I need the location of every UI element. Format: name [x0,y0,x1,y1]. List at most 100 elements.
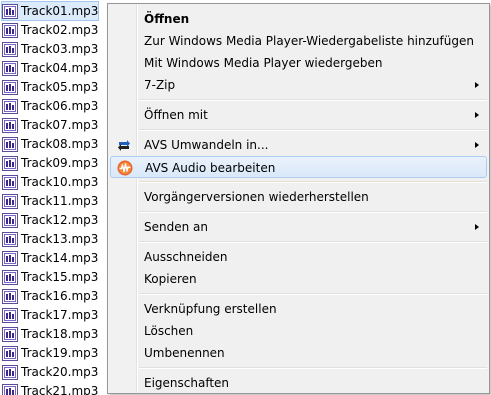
submenu-arrow-icon [475,142,479,148]
file-item[interactable]: Track13.mp3 [2,230,98,248]
file-name: Track02.mp3 [21,23,99,37]
menu-item-add-to-playlist[interactable]: Zur Windows Media Player-Wiedergabeliste… [110,30,487,52]
file-name: Track15.mp3 [21,270,99,284]
file-item[interactable]: Track20.mp3 [2,363,98,381]
file-name: Track11.mp3 [21,194,99,208]
file-item[interactable]: Track18.mp3 [2,325,98,343]
menu-item-cut[interactable]: Ausschneiden [110,246,487,268]
file-item[interactable]: Track19.mp3 [2,344,98,362]
audio-file-icon [2,364,18,380]
audio-file-icon [2,250,18,266]
file-name: Track06.mp3 [21,99,99,113]
file-name: Track01.mp3 [21,4,99,18]
context-menu: Öffnen Zur Windows Media Player-Wiedergab… [107,3,490,394]
audio-file-icon [2,79,18,95]
menu-item-label: Zur Windows Media Player-Wiedergabeliste… [144,34,474,48]
audio-file-icon [2,288,18,304]
desktop-stage: Track01.mp3 Track02.mp3 Track03.mp3 Track04… [0,0,491,395]
avs-audio-editor-icon [117,160,133,176]
file-name: Track14.mp3 [21,251,99,265]
file-item[interactable]: Track05.mp3 [2,78,98,96]
audio-file-icon [2,212,18,228]
file-item[interactable]: Track04.mp3 [2,59,98,77]
file-item[interactable]: Track03.mp3 [2,40,98,58]
file-item[interactable]: Track17.mp3 [2,306,98,324]
file-item[interactable]: Track11.mp3 [2,192,98,210]
menu-separator [139,181,487,183]
audio-file-icon [2,155,18,171]
file-list: Track01.mp3 Track02.mp3 Track03.mp3 Track04… [0,0,112,395]
menu-item-oeffnen[interactable]: Öffnen [110,8,487,30]
audio-file-icon [2,136,18,152]
audio-file-icon [2,269,18,285]
submenu-arrow-icon [475,112,479,118]
file-name: Track18.mp3 [21,327,99,341]
menu-item-label: Vorgängerversionen wiederherstellen [144,190,369,204]
file-name: Track20.mp3 [21,365,99,379]
file-name: Track17.mp3 [21,308,99,322]
file-item[interactable]: Track02.mp3 [2,21,98,39]
file-item[interactable]: Track21.mp3 [2,382,98,395]
menu-item-label: Ausschneiden [144,250,228,264]
file-name: Track21.mp3 [21,384,99,395]
file-name: Track07.mp3 [21,118,99,132]
file-item[interactable]: Track12.mp3 [2,211,98,229]
menu-separator [139,293,487,295]
menu-item-label: Senden an [144,220,208,234]
menu-separator [139,99,487,101]
menu-item-send-to[interactable]: Senden an [110,216,487,238]
file-item[interactable]: Track09.mp3 [2,154,98,172]
menu-item-label: 7-Zip [144,78,176,92]
menu-separator [139,367,487,369]
menu-item-label: AVS Umwandeln in... [144,138,269,152]
file-item[interactable]: Track08.mp3 [2,135,98,153]
file-item[interactable]: Track15.mp3 [2,268,98,286]
menu-item-copy[interactable]: Kopieren [110,268,487,290]
file-name: Track12.mp3 [21,213,99,227]
file-item[interactable]: Track16.mp3 [2,287,98,305]
menu-item-create-shortcut[interactable]: Verknüpfung erstellen [110,298,487,320]
menu-item-properties[interactable]: Eigenschaften [110,372,487,394]
file-name: Track10.mp3 [21,175,99,189]
audio-file-icon [2,41,18,57]
file-item[interactable]: Track07.mp3 [2,116,98,134]
audio-file-icon [2,174,18,190]
file-name: Track04.mp3 [21,61,99,75]
audio-file-icon [2,3,18,19]
menu-item-label: Löschen [144,324,194,338]
audio-file-icon [2,193,18,209]
menu-item-label: Umbenennen [144,346,225,360]
file-item[interactable]: Track01.mp3 [0,1,100,21]
audio-file-icon [2,326,18,342]
menu-item-7zip[interactable]: 7-Zip [110,74,487,96]
audio-file-icon [2,98,18,114]
audio-file-icon [2,345,18,361]
file-name: Track16.mp3 [21,289,99,303]
file-name: Track05.mp3 [21,80,99,94]
file-name: Track19.mp3 [21,346,99,360]
menu-item-avs-convert[interactable]: AVS Umwandeln in... [110,134,487,156]
menu-item-avs-audio-edit[interactable]: AVS Audio bearbeiten [110,156,487,178]
file-name: Track13.mp3 [21,232,99,246]
menu-item-rename[interactable]: Umbenennen [110,342,487,364]
file-item[interactable]: Track10.mp3 [2,173,98,191]
file-item[interactable]: Track14.mp3 [2,249,98,267]
menu-separator [139,241,487,243]
audio-file-icon [2,117,18,133]
audio-file-icon [2,383,18,395]
audio-file-icon [2,60,18,76]
menu-item-label: Öffnen [144,12,190,26]
file-item[interactable]: Track06.mp3 [2,97,98,115]
menu-separator [139,211,487,213]
avs-convert-icon [116,137,132,153]
audio-file-icon [2,22,18,38]
menu-item-label: Mit Windows Media Player wiedergeben [144,56,383,70]
submenu-arrow-icon [475,82,479,88]
menu-item-open-with[interactable]: Öffnen mit [110,104,487,126]
menu-item-play-with-wmp[interactable]: Mit Windows Media Player wiedergeben [110,52,487,74]
file-name: Track03.mp3 [21,42,99,56]
menu-item-delete[interactable]: Löschen [110,320,487,342]
menu-item-label: Öffnen mit [144,108,208,122]
menu-item-label: Kopieren [144,272,197,286]
menu-item-restore-previous-versions[interactable]: Vorgängerversionen wiederherstellen [110,186,487,208]
